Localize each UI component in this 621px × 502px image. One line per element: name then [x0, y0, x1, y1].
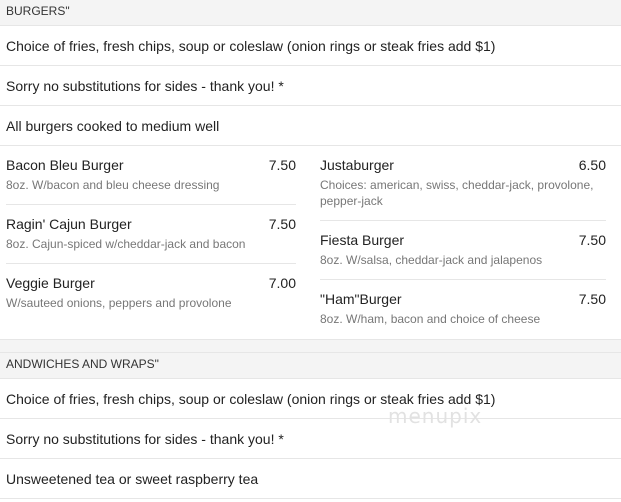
item-name: "Ham"Burger [320, 291, 402, 307]
item-price: 6.50 [578, 157, 606, 173]
item-description: 8oz. W/salsa, cheddar-jack and jalapenos [320, 253, 543, 267]
menu-item[interactable]: Fiesta Burger 7.50 8oz. W/salsa, cheddar-… [320, 221, 606, 280]
item-description: W/sauteed onions, peppers and provolone [6, 296, 232, 310]
sides-note: Choice of fries, fresh chips, soup or co… [0, 379, 621, 419]
menu-item[interactable]: Justaburger 6.50 Choices: american, swiss… [320, 146, 606, 221]
item-description: 8oz. W/bacon and bleu cheese dressing [6, 178, 220, 192]
item-price: 7.50 [578, 232, 606, 248]
menu-item[interactable]: Bacon Bleu Burger 7.50 8oz. W/bacon and b… [6, 146, 296, 205]
sandwiches-heading: ANDWICHES AND WRAPS" [0, 353, 621, 379]
item-name: Bacon Bleu Burger [6, 157, 124, 173]
burgers-section: BURGERS" Choice of fries, fresh chips, s… [0, 0, 621, 340]
item-price: 7.50 [268, 216, 296, 232]
item-name: Veggie Burger [6, 275, 95, 291]
item-description: 8oz. W/ham, bacon and choice of cheese [320, 312, 541, 326]
item-name: Fiesta Burger [320, 232, 405, 248]
item-price: 7.50 [268, 157, 296, 173]
burger-column-left: Bacon Bleu Burger 7.50 8oz. W/bacon and b… [0, 146, 310, 339]
item-name: Justaburger [320, 157, 394, 173]
watermark: menupix [388, 404, 483, 428]
menu-item[interactable]: "Ham"Burger 7.50 8oz. W/ham, bacon and ch… [320, 280, 606, 339]
sandwiches-section: ANDWICHES AND WRAPS" Choice of fries, fr… [0, 353, 621, 499]
menu-item[interactable]: Ragin' Cajun Burger 7.50 8oz. Cajun-spice… [6, 205, 296, 264]
no-substitutions-note: Sorry no substitutions for sides - thank… [0, 419, 621, 459]
burger-items: Bacon Bleu Burger 7.50 8oz. W/bacon and b… [0, 146, 621, 340]
item-description: 8oz. Cajun-spiced w/cheddar-jack and bac… [6, 237, 246, 251]
item-description: Choices: american, swiss, cheddar-jack, … [320, 178, 594, 208]
burgers-heading: BURGERS" [0, 0, 621, 26]
menu-item[interactable]: Veggie Burger 7.00 W/sauteed onions, pepp… [6, 264, 296, 323]
sides-note: Choice of fries, fresh chips, soup or co… [0, 26, 621, 66]
cooked-note: All burgers cooked to medium well [0, 106, 621, 146]
no-substitutions-note: Sorry no substitutions for sides - thank… [0, 66, 621, 106]
item-price: 7.00 [268, 275, 296, 291]
item-price: 7.50 [578, 291, 606, 307]
tea-note: Unsweetened tea or sweet raspberry tea [0, 459, 621, 499]
item-name: Ragin' Cajun Burger [6, 216, 132, 232]
section-divider [0, 340, 621, 353]
burger-column-right: Justaburger 6.50 Choices: american, swiss… [310, 146, 620, 339]
